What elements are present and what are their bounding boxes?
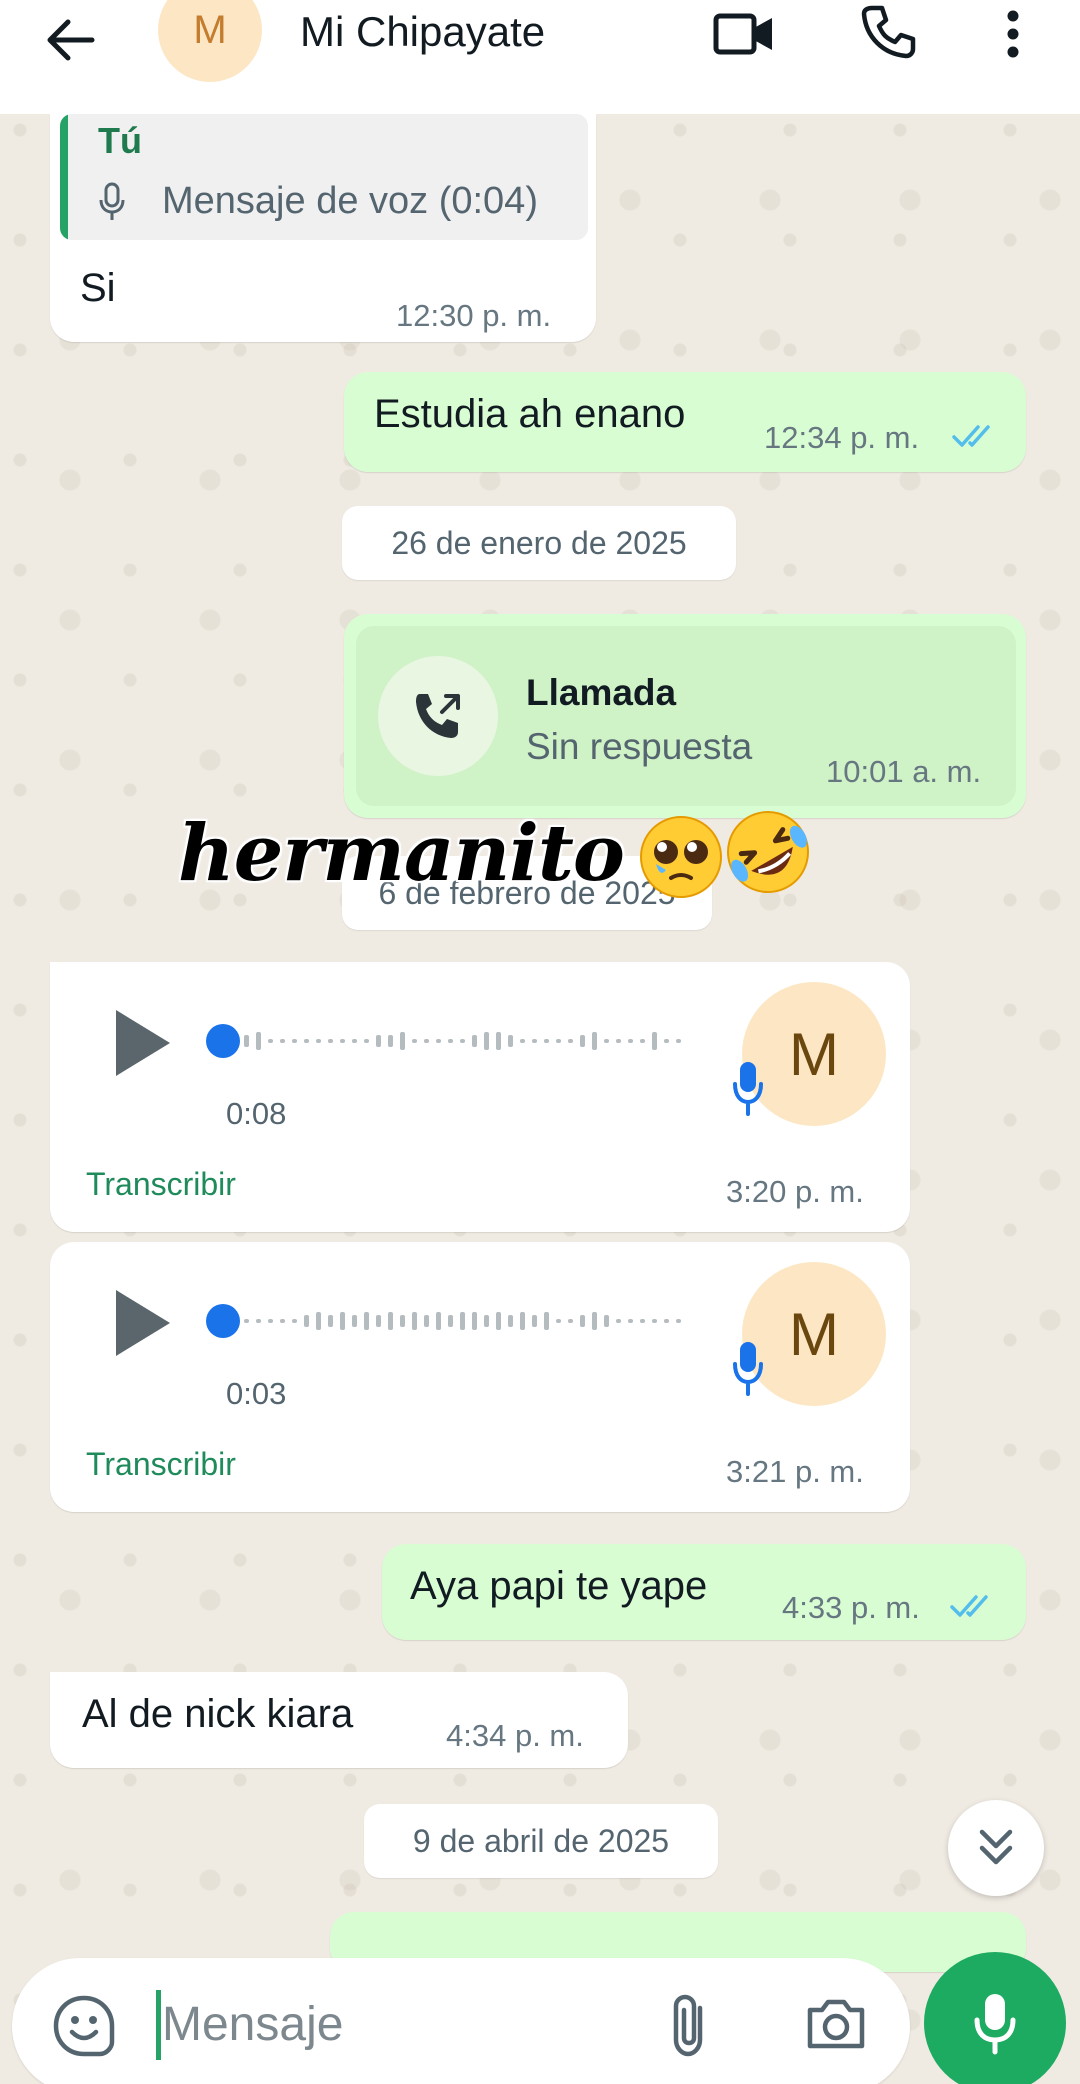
call-message[interactable]: Llamada Sin respuesta 10:01 a. m. [344,614,1026,818]
message-text: Si [80,266,116,310]
message-time: 4:33 p. m. [782,1590,920,1625]
outgoing-message[interactable]: Aya papi te yape 4:33 p. m. [382,1544,1026,1640]
message-composer [12,1958,910,2084]
message-time: 4:34 p. m. [446,1718,584,1753]
overlay-caption: hermanito [178,808,625,899]
pleading-face-with-tear-icon [640,816,722,898]
call-title: Llamada [526,672,677,713]
message-text: Aya papi te yape [410,1564,708,1608]
attach-icon[interactable] [662,1992,718,2060]
call-card[interactable]: Llamada Sin respuesta 10:01 a. m. [356,626,1016,806]
mic-icon [974,1994,1016,2055]
quote-author: Tú [98,120,142,161]
double-check-icon [950,1595,988,1617]
chevron-double-down-icon [979,1829,1013,1865]
play-icon[interactable] [112,1006,174,1080]
avatar-initial: M [789,1020,839,1088]
phone-icon[interactable] [858,2,918,62]
voice-progress-dot[interactable] [206,1024,240,1058]
message-time: 12:34 p. m. [764,420,920,455]
contact-name[interactable]: Mi Chipayate [300,8,545,56]
back-arrow-icon[interactable] [40,10,100,70]
mic-icon [733,1062,763,1116]
more-vert-icon[interactable] [998,4,1028,64]
waveform[interactable] [240,1026,690,1056]
quote-text: Mensaje de voz (0:04) [162,180,538,222]
voice-record-button[interactable] [924,1952,1066,2084]
contact-avatar[interactable]: M [158,0,262,82]
play-icon[interactable] [112,1286,174,1360]
voice-progress-dot[interactable] [206,1304,240,1338]
waveform[interactable] [240,1306,690,1336]
quote-accent-bar [60,114,68,240]
chat-header: M Mi Chipayate [0,0,1080,114]
mic-icon [99,182,125,220]
message-time: 3:20 p. m. [726,1174,864,1209]
camera-icon[interactable] [804,1996,868,2052]
transcribe-link[interactable]: Transcribir [86,1446,236,1483]
voice-message[interactable]: 0:03 M Transcribir 3:21 p. m. [50,1242,910,1512]
message-input[interactable] [162,1986,642,2062]
rolling-on-floor-laughing-icon [727,811,809,893]
call-icon-circle [378,656,498,776]
avatar-initial: M [789,1300,839,1368]
missed-call-icon [416,694,460,738]
incoming-message[interactable]: Al de nick kiara 4:34 p. m. [50,1672,628,1768]
text-cursor [156,1990,161,2060]
date-separator: 26 de enero de 2025 [342,506,736,580]
quoted-message[interactable]: Tú Mensaje de voz (0:04) [60,114,588,240]
scroll-to-bottom-button[interactable] [948,1800,1044,1896]
mic-icon [733,1342,763,1396]
transcribe-link[interactable]: Transcribir [86,1166,236,1203]
call-status: Sin respuesta [526,726,753,767]
voice-duration: 0:08 [226,1096,287,1131]
avatar-initial: M [193,7,227,52]
voice-duration: 0:03 [226,1376,287,1411]
video-call-icon[interactable] [712,8,776,60]
sticker-icon[interactable] [52,1994,116,2058]
voice-message[interactable]: 0:08 M Transcribir 3:20 p. m. [50,962,910,1232]
double-check-icon [952,425,990,447]
outgoing-message[interactable]: Estudia ah enano 12:34 p. m. [344,372,1026,472]
message-time: 12:30 p. m. [396,298,552,333]
message-time: 3:21 p. m. [726,1454,864,1489]
message-text: Estudia ah enano [374,392,686,436]
message-text: Al de nick kiara [82,1692,354,1736]
incoming-message[interactable]: Tú Mensaje de voz (0:04) Si 12:30 p. m. [50,114,596,342]
message-time: 10:01 a. m. [826,754,982,789]
date-separator: 9 de abril de 2025 [364,1804,718,1878]
